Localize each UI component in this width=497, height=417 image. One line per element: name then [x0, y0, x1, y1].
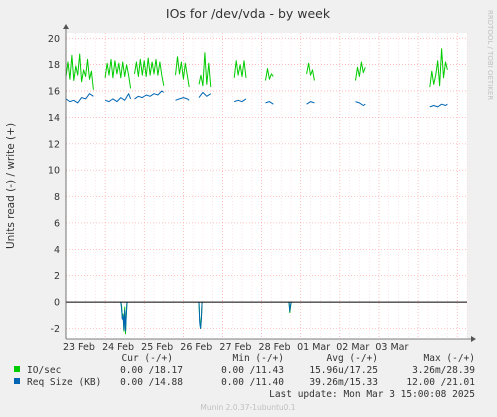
y-tick-label: 0: [54, 298, 60, 309]
y-tick-label: 8: [54, 192, 60, 203]
y-tick-label: 10: [48, 166, 60, 177]
legend-header-max: Max (-/+): [424, 353, 475, 364]
chart-title: IOs for /dev/vda - by week: [166, 6, 331, 21]
rrdtool-watermark: RRDTOOL / TOBI OETIKER: [486, 10, 494, 100]
legend-label-req: Req Size (KB): [27, 377, 101, 388]
y-tick-label: 14: [48, 113, 60, 124]
x-tick-label: 23 Feb: [63, 342, 95, 353]
legend-io-min: 0.00 /11.43: [221, 365, 284, 376]
y-tick-label: -2: [51, 324, 60, 335]
x-tick-label: 28 Feb: [259, 342, 291, 353]
y-tick-label: 18: [48, 60, 60, 71]
legend-swatch-io: [14, 366, 20, 372]
x-tick-label: 02 Mar: [336, 342, 369, 353]
legend-req-max: 12.00 /21.01: [406, 377, 475, 388]
x-tick-label: 03 Mar: [375, 342, 408, 353]
x-tick-label: 27 Feb: [219, 342, 251, 353]
legend-io-max: 3.26m/28.39: [412, 365, 475, 376]
y-tick-label: 6: [54, 218, 60, 229]
y-tick-label: 4: [54, 245, 60, 256]
munin-graph: 20 18 16 14 12 10 8 6 4 2 0 -2 23 Feb 24 Feb 25 Feb 26 …: [0, 0, 497, 417]
legend-req-min: 0.00 /11.40: [221, 377, 284, 388]
x-tick-label: 26 Feb: [180, 342, 212, 353]
legend-swatch-req: [14, 378, 20, 384]
x-tick-label: 01 Mar: [297, 342, 330, 353]
y-tick-label: 16: [48, 87, 60, 98]
y-axis-label: Units read (-) / write (+): [5, 123, 17, 249]
y-tick-label: 12: [48, 139, 60, 150]
legend-req-avg: 39.26m/15.33: [309, 377, 378, 388]
x-tick-label: 25 Feb: [141, 342, 173, 353]
legend-req-cur: 0.00 /14.88: [120, 377, 183, 388]
legend-label-io: IO/sec: [27, 365, 61, 376]
plot-area: [66, 33, 467, 339]
legend-header-cur: Cur (-/+): [122, 353, 173, 364]
y-tick-label: 20: [48, 34, 60, 45]
munin-version: Munin 2.0.37-1ubuntu0.1: [200, 403, 295, 412]
x-tick-label: 24 Feb: [102, 342, 134, 353]
last-update: Last update: Mon Mar 3 15:00:08 2025: [269, 389, 475, 400]
chart-canvas: 20181614121086420-223 Feb 24 Feb 25 Feb 26 …: [0, 0, 497, 417]
y-tick-label: 2: [54, 271, 60, 282]
legend-header-avg: Avg (-/+): [327, 353, 378, 364]
legend-header-min: Min (-/+): [233, 353, 284, 364]
legend-io-avg: 15.96u/17.25: [309, 365, 378, 376]
legend-io-cur: 0.00 /18.17: [120, 365, 183, 376]
